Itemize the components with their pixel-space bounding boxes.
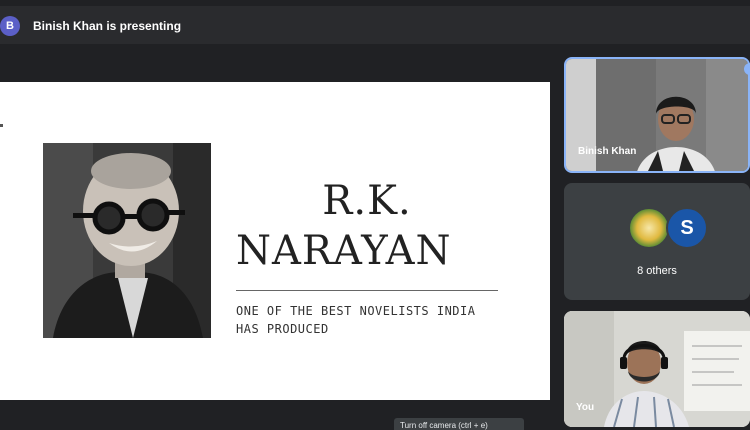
pin-indicator-icon[interactable] <box>744 63 750 75</box>
camera-tooltip: Turn off camera (ctrl + e) <box>394 418 524 430</box>
participant-avatar-s: S <box>666 207 708 249</box>
slide-title-line2: NARAYAN <box>236 228 452 274</box>
slide-subtitle: ONE OF THE BEST NOVELISTS INDIA HAS PROD… <box>236 304 476 336</box>
participant-tile-self[interactable]: You <box>564 311 750 427</box>
participant-tile-others[interactable]: S 8 others <box>564 183 750 300</box>
presenting-label: Binish Khan is presenting <box>33 19 182 33</box>
participant-name-binish: Binish Khan <box>578 146 637 157</box>
portrait-illustration <box>43 143 211 338</box>
presentation-slide: R.K. NARAYAN ONE OF THE BEST NOVELISTS I… <box>0 82 550 400</box>
slide-marker <box>0 124 3 127</box>
top-bar: B Binish Khan is presenting <box>0 6 750 44</box>
author-portrait-image <box>43 143 211 338</box>
organization-logo-icon <box>628 207 670 249</box>
presenter-avatar: B <box>0 16 20 36</box>
others-count-label: 8 others <box>637 265 677 277</box>
participant-tile-binish[interactable]: Binish Khan <box>564 57 750 173</box>
participant-name-self: You <box>576 402 595 413</box>
slide-divider <box>236 290 498 291</box>
slide-title-line1: R.K. <box>322 178 412 224</box>
